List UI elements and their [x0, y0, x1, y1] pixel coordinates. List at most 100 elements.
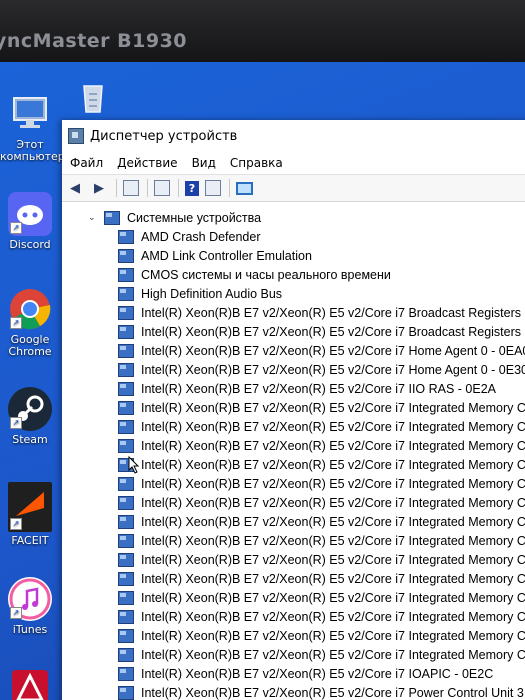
back-arrow-icon[interactable]: ◀ — [66, 179, 84, 197]
properties-icon[interactable] — [123, 180, 139, 196]
device-item[interactable]: AMD Crash Defender — [62, 227, 525, 246]
device-label: Intel(R) Xeon(R)B E7 v2/Xeon(R) E5 v2/Co… — [141, 590, 525, 605]
device-item[interactable]: Intel(R) Xeon(R)B E7 v2/Xeon(R) E5 v2/Co… — [62, 683, 525, 700]
device-item[interactable]: Intel(R) Xeon(R)B E7 v2/Xeon(R) E5 v2/Co… — [62, 626, 525, 645]
device-item[interactable]: AMD Link Controller Emulation — [62, 246, 525, 265]
device-icon — [118, 628, 134, 643]
device-label: Intel(R) Xeon(R)B E7 v2/Xeon(R) E5 v2/Co… — [141, 609, 525, 624]
toolbar: ◀ ▶ ? — [62, 175, 525, 202]
desktop-icon-apex[interactable] — [10, 670, 50, 700]
help-icon[interactable]: ? — [185, 180, 199, 196]
device-item[interactable]: Intel(R) Xeon(R)B E7 v2/Xeon(R) E5 v2/Co… — [62, 322, 525, 341]
device-item[interactable]: Intel(R) Xeon(R)B E7 v2/Xeon(R) E5 v2/Co… — [62, 398, 525, 417]
shortcut-arrow-icon: ↗ — [10, 317, 22, 329]
monitor-bezel: yncMaster B1930 — [0, 0, 525, 62]
device-tree: ⌄ Системные устройства AMD Crash Defende… — [62, 202, 525, 700]
device-item[interactable]: Intel(R) Xeon(R)B E7 v2/Xeon(R) E5 v2/Co… — [62, 417, 525, 436]
desktop-icon-label: iTunes — [12, 623, 48, 636]
device-item[interactable]: Intel(R) Xeon(R)B E7 v2/Xeon(R) E5 v2/Co… — [62, 607, 525, 626]
device-label: Intel(R) Xeon(R)B E7 v2/Xeon(R) E5 v2/Co… — [141, 381, 496, 396]
list-icon[interactable] — [154, 180, 170, 196]
device-label: Intel(R) Xeon(R)B E7 v2/Xeon(R) E5 v2/Co… — [141, 457, 525, 472]
device-icon — [118, 514, 134, 529]
device-label: High Definition Audio Bus — [141, 286, 283, 301]
device-label: Intel(R) Xeon(R)B E7 v2/Xeon(R) E5 v2/Co… — [141, 685, 525, 700]
device-item[interactable]: Intel(R) Xeon(R)B E7 v2/Xeon(R) E5 v2/Co… — [62, 664, 525, 683]
device-item[interactable]: Intel(R) Xeon(R)B E7 v2/Xeon(R) E5 v2/Co… — [62, 436, 525, 455]
device-label: Intel(R) Xeon(R)B E7 v2/Xeon(R) E5 v2/Co… — [141, 628, 525, 643]
device-icon — [118, 400, 134, 415]
device-icon — [118, 685, 134, 700]
itunes-icon: ↗ — [8, 577, 52, 621]
device-icon — [118, 571, 134, 586]
device-icon — [118, 343, 134, 358]
shortcut-arrow-icon: ↗ — [10, 518, 22, 530]
menu-action[interactable]: Действие — [117, 156, 177, 170]
monitor-icon[interactable] — [236, 181, 253, 195]
recycle-bin-icon[interactable] — [76, 80, 110, 114]
menu-bar: Файл Действие Вид Справка — [62, 152, 525, 175]
desktop-icon-label: FACEIT — [11, 534, 49, 547]
device-item[interactable]: Intel(R) Xeon(R)B E7 v2/Xeon(R) E5 v2/Co… — [62, 493, 525, 512]
device-item[interactable]: Intel(R) Xeon(R)B E7 v2/Xeon(R) E5 v2/Co… — [62, 303, 525, 322]
device-icon — [118, 381, 134, 396]
device-item[interactable]: Intel(R) Xeon(R)B E7 v2/Xeon(R) E5 v2/Co… — [62, 550, 525, 569]
device-icon — [118, 552, 134, 567]
device-item[interactable]: Intel(R) Xeon(R)B E7 v2/Xeon(R) E5 v2/Co… — [62, 645, 525, 664]
device-label: Intel(R) Xeon(R)B E7 v2/Xeon(R) E5 v2/Co… — [141, 305, 525, 320]
toolbar-separator — [229, 179, 230, 197]
device-icon — [118, 248, 134, 263]
forward-arrow-icon[interactable]: ▶ — [90, 179, 108, 197]
shortcut-arrow-icon: ↗ — [10, 222, 22, 234]
device-icon — [118, 533, 134, 548]
device-item[interactable]: Intel(R) Xeon(R)B E7 v2/Xeon(R) E5 v2/Co… — [62, 474, 525, 493]
category-label: Системные устройства — [127, 210, 262, 225]
title-bar[interactable]: Диспетчер устройств — [62, 120, 525, 152]
desktop-icon-faceit[interactable]: ↗ FACEIT — [0, 482, 60, 547]
desktop-icon-discord[interactable]: ↗ Discord — [0, 192, 60, 251]
device-icon — [118, 419, 134, 434]
desktop-icon-label: Discord — [9, 238, 51, 251]
desktop-icon-steam[interactable]: ↗ Steam — [0, 387, 60, 446]
shortcut-arrow-icon: ↗ — [10, 417, 22, 429]
device-icon — [118, 647, 134, 662]
device-item[interactable]: Intel(R) Xeon(R)B E7 v2/Xeon(R) E5 v2/Co… — [62, 588, 525, 607]
shortcut-arrow-icon: ↗ — [10, 607, 22, 619]
device-icon — [118, 362, 134, 377]
desktop-icon-itunes[interactable]: ↗ iTunes — [0, 577, 60, 636]
device-label: Intel(R) Xeon(R)B E7 v2/Xeon(R) E5 v2/Co… — [141, 533, 525, 548]
device-label: Intel(R) Xeon(R)B E7 v2/Xeon(R) E5 v2/Co… — [141, 476, 525, 491]
device-label: AMD Crash Defender — [141, 229, 261, 244]
faceit-icon: ↗ — [8, 482, 52, 532]
menu-help[interactable]: Справка — [230, 156, 283, 170]
device-item[interactable]: High Definition Audio Bus — [62, 284, 525, 303]
device-icon — [118, 590, 134, 605]
device-label: Intel(R) Xeon(R)B E7 v2/Xeon(R) E5 v2/Co… — [141, 362, 525, 377]
toolbar-separator — [116, 179, 117, 197]
device-label: Intel(R) Xeon(R)B E7 v2/Xeon(R) E5 v2/Co… — [141, 552, 525, 567]
device-label: Intel(R) Xeon(R)B E7 v2/Xeon(R) E5 v2/Co… — [141, 495, 525, 510]
device-label: Intel(R) Xeon(R)B E7 v2/Xeon(R) E5 v2/Co… — [141, 400, 525, 415]
device-icon — [118, 267, 134, 282]
desktop-icon-this-pc[interactable]: Этот компьютер — [0, 92, 65, 163]
menu-file[interactable]: Файл — [70, 156, 103, 170]
menu-view[interactable]: Вид — [192, 156, 216, 170]
device-label: Intel(R) Xeon(R)B E7 v2/Xeon(R) E5 v2/Co… — [141, 419, 525, 434]
device-label: AMD Link Controller Emulation — [141, 248, 312, 263]
tree-category-system-devices[interactable]: ⌄ Системные устройства — [62, 208, 525, 227]
desktop-icon-chrome[interactable]: ↗ Google Chrome — [0, 287, 60, 358]
device-item[interactable]: Intel(R) Xeon(R)B E7 v2/Xeon(R) E5 v2/Co… — [62, 341, 525, 360]
device-item[interactable]: Intel(R) Xeon(R)B E7 v2/Xeon(R) E5 v2/Co… — [62, 360, 525, 379]
device-icon — [118, 609, 134, 624]
device-item[interactable]: Intel(R) Xeon(R)B E7 v2/Xeon(R) E5 v2/Co… — [62, 512, 525, 531]
device-item[interactable]: Intel(R) Xeon(R)B E7 v2/Xeon(R) E5 v2/Co… — [62, 569, 525, 588]
device-label: CMOS системы и часы реального времени — [141, 267, 391, 282]
device-label: Intel(R) Xeon(R)B E7 v2/Xeon(R) E5 v2/Co… — [141, 647, 525, 662]
device-item[interactable]: Intel(R) Xeon(R)B E7 v2/Xeon(R) E5 v2/Co… — [62, 531, 525, 550]
panel-icon[interactable] — [205, 180, 221, 196]
chevron-down-icon[interactable]: ⌄ — [88, 212, 98, 223]
device-item[interactable]: Intel(R) Xeon(R)B E7 v2/Xeon(R) E5 v2/Co… — [62, 379, 525, 398]
device-label: Intel(R) Xeon(R)B E7 v2/Xeon(R) E5 v2/Co… — [141, 324, 525, 339]
device-icon — [118, 286, 134, 301]
device-item[interactable]: CMOS системы и часы реального времени — [62, 265, 525, 284]
